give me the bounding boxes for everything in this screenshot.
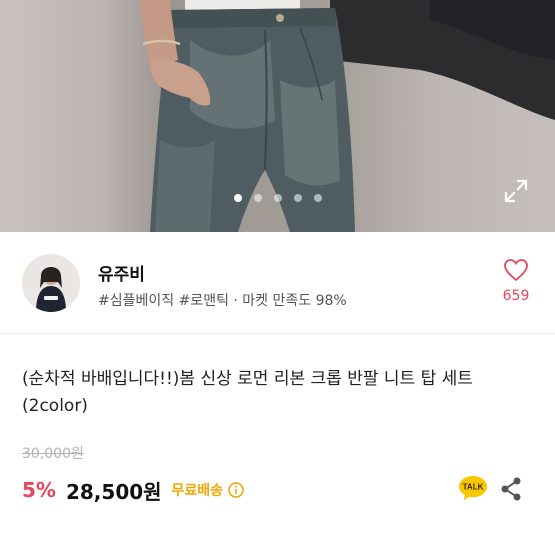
share-icon: [501, 477, 521, 501]
section-divider: [0, 333, 555, 334]
carousel-indicator: [0, 194, 555, 202]
product-image[interactable]: [0, 0, 555, 232]
product-title: (순차적 바배입니다!!)봄 신상 로먼 리본 크롭 반팔 니트 탑 세트 (2…: [22, 369, 473, 416]
kakao-talk-button[interactable]: TALK: [457, 474, 489, 502]
discount-rate: 5%: [22, 478, 56, 502]
expand-icon[interactable]: [503, 178, 529, 204]
kakao-talk-icon: TALK: [459, 476, 487, 501]
like-button[interactable]: 659: [495, 258, 537, 304]
info-icon[interactable]: [228, 482, 244, 498]
seller-avatar[interactable]: [22, 254, 80, 312]
sale-price: 28,500원: [65, 479, 162, 504]
share-button[interactable]: [499, 476, 523, 502]
free-shipping-label: 무료배송: [171, 483, 224, 499]
carousel-dot[interactable]: [293, 194, 302, 202]
carousel-dot[interactable]: [273, 194, 282, 202]
carousel-dot[interactable]: [253, 194, 262, 202]
carousel-dot[interactable]: [233, 194, 242, 202]
talk-label: TALK: [463, 483, 484, 492]
original-price: 30,000원: [22, 446, 84, 462]
carousel-dot[interactable]: [313, 194, 322, 202]
price-row: 5% 28,500원 무료배송: [22, 474, 244, 506]
seller-name[interactable]: 유주비: [98, 260, 145, 285]
like-count: 659: [502, 288, 530, 304]
heart-icon: [504, 259, 528, 282]
seller-tags: #심플베이직 #로맨틱 · 마켓 만족도 98%: [98, 293, 347, 309]
seller-section: 유주비 #심플베이직 #로맨틱 · 마켓 만족도 98% 659: [0, 232, 555, 332]
